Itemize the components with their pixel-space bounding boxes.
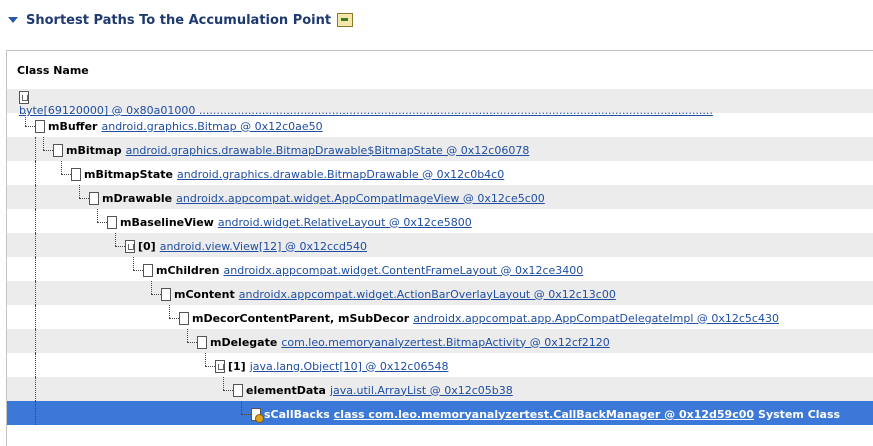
tree-row[interactable]: sCallBacks class com.leo.memoryanalyzerte… [7,401,873,425]
object-link[interactable]: androidx.appcompat.widget.AppCompatImage… [176,192,545,205]
tree-connector-line [79,185,80,198]
tree-row[interactable]: mBuffer android.graphics.Bitmap @ 0x12c0a… [7,113,873,137]
tree-connector-line [115,233,116,246]
object-link[interactable]: android.graphics.drawable.BitmapDrawable… [177,168,504,181]
tree-row[interactable]: mContent androidx.appcompat.widget.Action… [7,281,873,305]
tree-connector-line [61,161,62,174]
object-link[interactable]: android.graphics.Bitmap @ 0x12c0ae50 [101,120,322,133]
tree-guide-line [35,185,36,209]
tree-connector-line [115,246,125,247]
tree-connector-line [133,257,134,270]
object-icon [197,335,207,349]
tree-row[interactable]: elementData java.util.ArrayList @ 0x12c05… [7,377,873,401]
object-link[interactable]: class com.leo.memoryanalyzertest.CallBac… [334,408,754,421]
tree-guide-line [35,305,36,329]
field-name: mChildren [156,263,220,277]
tree-connector-line [133,270,143,271]
object-icon [161,287,171,301]
object-link[interactable]: androidx.appcompat.widget.ContentFrameLa… [224,264,584,277]
field-name: [0] [138,239,156,253]
object-link[interactable]: android.graphics.drawable.BitmapDrawable… [126,144,530,157]
tree-row[interactable]: byte[69120000] @ 0x80a01000 ............… [7,89,873,117]
tree-connector-line [205,353,206,366]
array-object-icon [125,239,135,253]
tree-connector-line [25,113,26,126]
field-name: mDelegate [210,335,278,349]
tree-connector-line [169,318,179,319]
tree-row[interactable]: mBitmap android.graphics.drawable.BitmapD… [7,137,873,161]
tree-row[interactable]: mDecorContentParent, mSubDecor androidx.a… [7,305,873,329]
field-name: sCallBacks [264,407,330,421]
tree-guide-line [35,353,36,377]
tree-guide-line [35,401,36,425]
tree-connector-line [151,294,161,295]
array-object-icon [215,359,225,373]
field-name: mBaselineView [120,215,214,229]
field-name: mDecorContentParent, mSubDecor [192,311,410,325]
collapse-triangle-icon[interactable] [8,17,18,23]
tree-connector-line [97,209,98,222]
paths-tree-table: Class Name byte[69120000] @ 0x80a01000 .… [6,50,873,446]
class-object-icon [251,407,264,423]
section-header[interactable]: Shortest Paths To the Accumulation Point [8,10,354,30]
tree-row[interactable]: mDrawable androidx.appcompat.widget.AppCo… [7,185,873,209]
tree-connector-line [97,222,107,223]
column-header-class-name[interactable]: Class Name [7,51,873,89]
tree-guide-line [35,137,36,161]
tree-row[interactable]: [1] java.lang.Object[10] @ 0x12c06548 [7,353,873,377]
tree-connector-line [43,150,53,151]
object-link[interactable]: com.leo.memoryanalyzertest.BitmapActivit… [281,336,609,349]
tree-row[interactable]: mChildren androidx.appcompat.widget.Conte… [7,257,873,281]
tree-connector-line [187,342,197,343]
tree-guide-line [35,377,36,401]
field-name: [1] [228,359,246,373]
object-icon [53,143,63,157]
object-link[interactable]: java.util.ArrayList @ 0x12c05b38 [330,384,513,397]
tree-connector-line [169,305,170,318]
tree-row[interactable]: mBaselineView android.widget.RelativeLayo… [7,209,873,233]
field-name: elementData [246,383,326,397]
array-object-icon [19,91,29,104]
tree-connector-line [43,137,44,150]
tree-connector-line [205,366,215,367]
tree-connector-line [61,174,71,175]
object-icon [107,215,117,229]
field-name: mDrawable [102,191,173,205]
details-icon[interactable] [337,13,354,27]
object-icon [179,311,189,325]
tree-connector-line [151,281,152,294]
tree-connector-line [241,401,242,414]
tree-guide-line [35,233,36,257]
system-class-label: System Class [758,407,841,421]
object-link[interactable]: android.widget.RelativeLayout @ 0x12ce58… [218,216,472,229]
object-icon [35,119,45,133]
tree-guide-line [35,161,36,185]
object-link[interactable]: android.view.View[12] @ 0x12ccd540 [160,240,367,253]
tree-connector-line [223,377,224,390]
object-icon [89,191,99,205]
field-name: mBitmap [66,143,122,157]
tree-guide-line [35,209,36,233]
tree-guide-line [35,257,36,281]
tree-connector-line [187,329,188,342]
tree-guide-line [35,281,36,305]
field-name: mBitmapState [84,167,173,181]
tree-connector-line [241,414,251,415]
field-name: mBuffer [48,119,98,133]
object-icon [143,263,153,277]
field-name: mContent [174,287,235,301]
object-icon [233,383,243,397]
object-link[interactable]: androidx.appcompat.app.AppCompatDelegate… [413,312,779,325]
tree-connector-line [25,126,35,127]
tree-connector-line [79,198,89,199]
section-title: Shortest Paths To the Accumulation Point [26,12,332,28]
object-link[interactable]: androidx.appcompat.widget.ActionBarOverl… [239,288,616,301]
object-icon [71,167,81,181]
tree-connector-line [223,390,233,391]
tree-row[interactable]: [0] android.view.View[12] @ 0x12ccd540 [7,233,873,257]
tree-row[interactable]: mDelegate com.leo.memoryanalyzertest.Bitm… [7,329,873,353]
tree-guide-line [35,329,36,353]
object-link[interactable]: java.lang.Object[10] @ 0x12c06548 [250,360,449,373]
tree-row[interactable]: mBitmapState android.graphics.drawable.Bi… [7,161,873,185]
